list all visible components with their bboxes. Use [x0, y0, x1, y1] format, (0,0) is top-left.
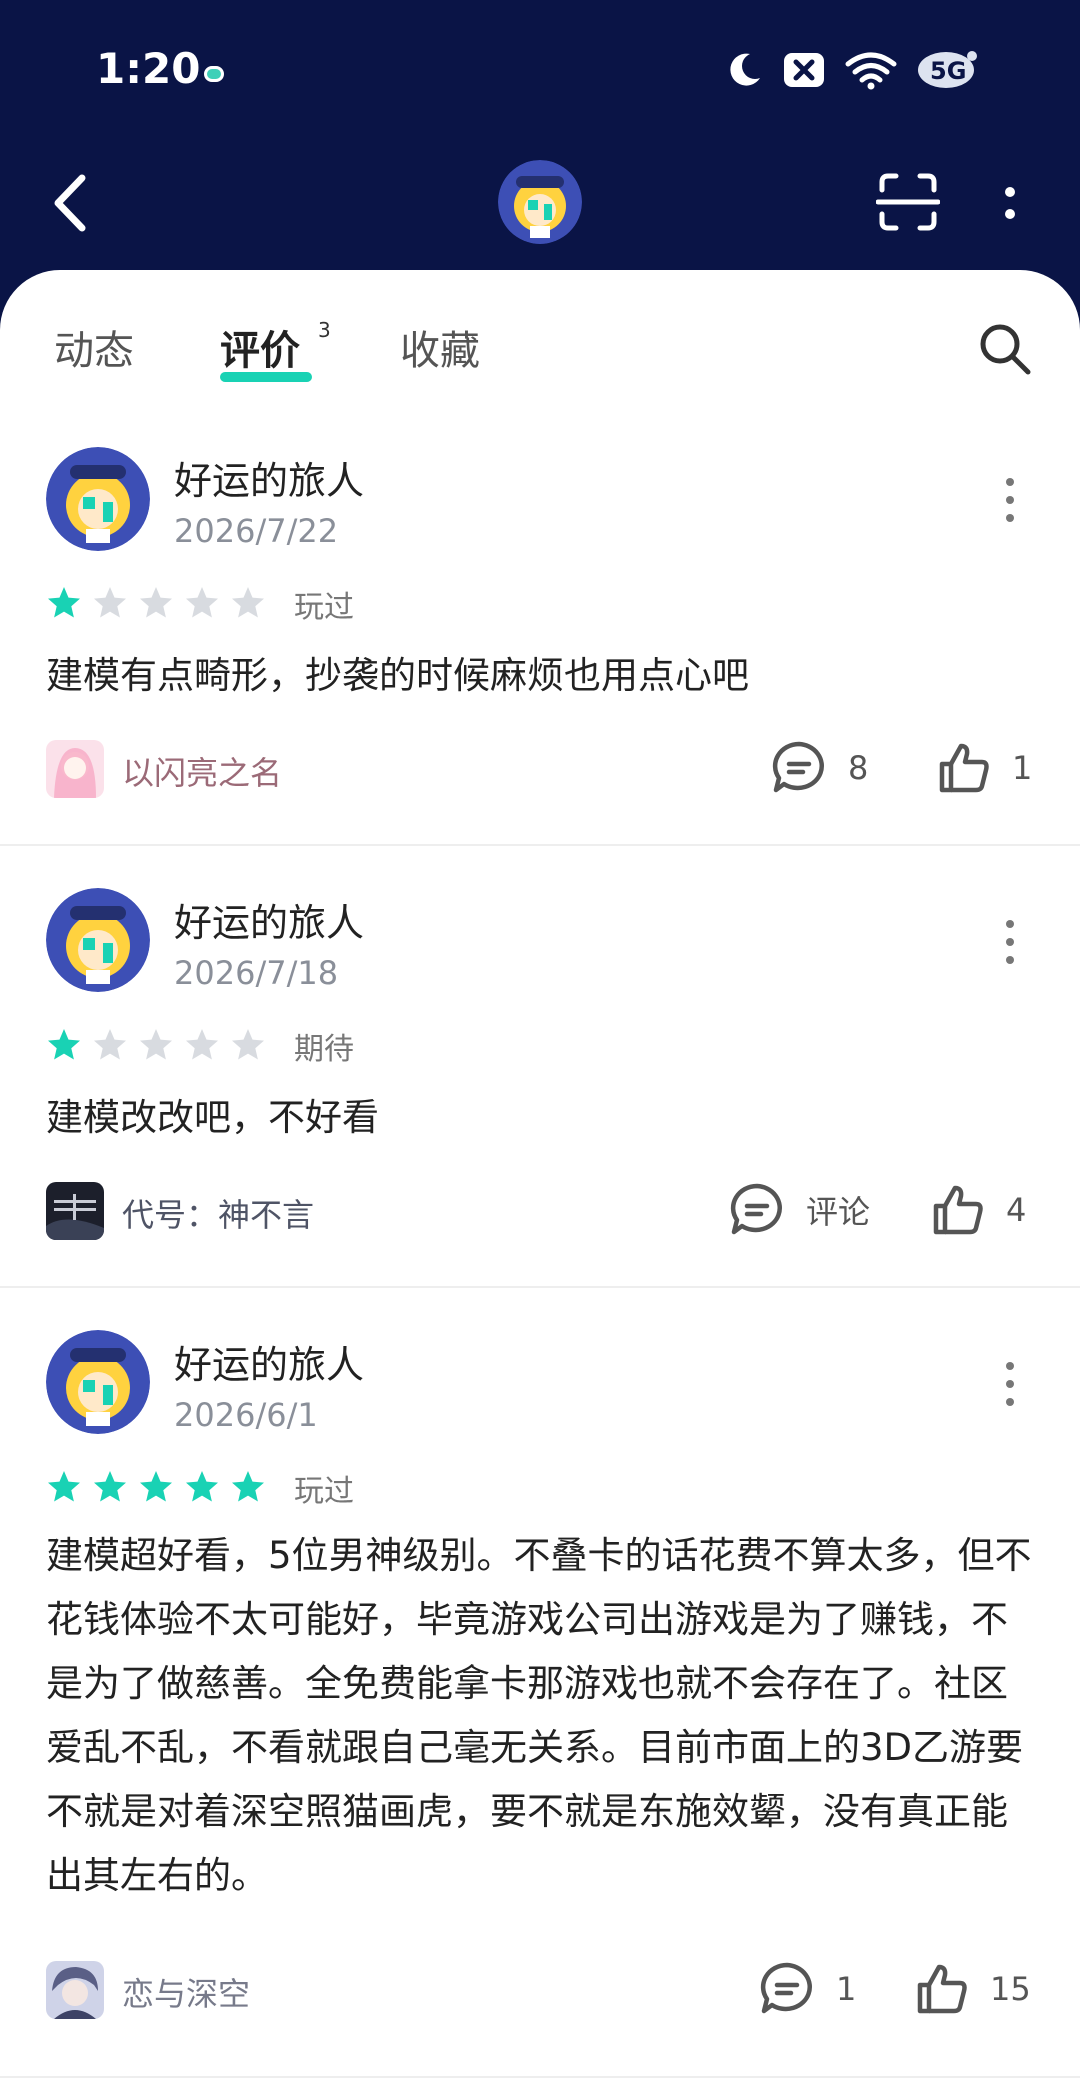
star-filled-icon	[48, 587, 80, 618]
comment-button[interactable]: 8	[770, 740, 868, 796]
no-sim-icon	[784, 53, 824, 87]
review-text[interactable]: 建模超好看，5位男神级别。不叠卡的话花费不算太多，但不花钱体验不太可能好，毕竟游…	[46, 1524, 1036, 1908]
tab-reviews[interactable]: 评价	[220, 318, 300, 376]
comment-icon	[760, 1962, 812, 2014]
review-date: 2026/7/18	[174, 954, 339, 992]
tab-updates[interactable]: 动态	[54, 318, 134, 376]
tab-active-indicator	[220, 372, 312, 382]
status-icons: 5G	[724, 48, 980, 92]
back-button[interactable]	[44, 168, 100, 238]
play-status: 期待	[294, 1032, 354, 1067]
star-filled-icon	[48, 1471, 80, 1502]
review-item: 好运的旅人 2026/6/1 玩过 建模超好看，5位男神级别。不叠卡的话花费不算…	[0, 1288, 1080, 2078]
5g-icon: 5G	[918, 51, 977, 88]
star-empty-icon	[232, 1029, 264, 1060]
like-count: 15	[990, 1970, 1031, 2008]
game-icon[interactable]	[46, 1961, 104, 2019]
wifi-icon	[845, 52, 897, 90]
header-avatar[interactable]	[498, 160, 582, 244]
play-status: 玩过	[294, 1474, 354, 1509]
review-item: 好运的旅人 2026/7/18 期待 建模改改吧，不好看 代号：神不言 评论 4	[0, 846, 1080, 1288]
star-empty-icon	[94, 1029, 126, 1060]
game-icon[interactable]	[46, 740, 104, 798]
comment-button[interactable]: 评论	[728, 1182, 870, 1238]
star-rating	[46, 1469, 266, 1505]
star-filled-icon	[186, 1471, 218, 1502]
star-empty-icon	[232, 587, 264, 618]
star-rating	[46, 1027, 266, 1063]
tab-favorites[interactable]: 收藏	[400, 318, 480, 376]
avatar[interactable]	[46, 888, 150, 992]
content-card: 动态 评价 3 收藏 好运的旅人 2026/7/22 玩过 建模有点畸形，抄袭的…	[0, 270, 1080, 2083]
play-status: 玩过	[294, 590, 354, 625]
thumbs-up-icon	[917, 1964, 967, 2014]
thumbs-up-icon	[933, 1185, 983, 1235]
more-vertical-icon[interactable]	[990, 178, 1030, 228]
like-count: 1	[1012, 749, 1033, 787]
svg-text:5G: 5G	[930, 57, 966, 85]
avatar[interactable]	[46, 447, 150, 551]
comment-count: 1	[836, 1970, 857, 2008]
more-vertical-icon[interactable]	[990, 470, 1030, 530]
tab-bar: 动态 评价 3 收藏	[0, 270, 1080, 400]
username[interactable]: 好运的旅人	[174, 450, 364, 505]
review-date: 2026/7/22	[174, 512, 339, 550]
search-icon[interactable]	[976, 320, 1034, 378]
star-rating	[46, 585, 266, 621]
star-filled-icon	[140, 1471, 172, 1502]
review-date: 2026/6/1	[174, 1396, 318, 1434]
comment-icon	[772, 741, 824, 793]
header: 1:20 5G	[0, 0, 1080, 300]
like-count: 4	[1006, 1191, 1027, 1229]
username[interactable]: 好运的旅人	[174, 892, 364, 947]
comment-count: 8	[848, 749, 869, 787]
tab-reviews-count: 3	[318, 318, 331, 342]
game-icon[interactable]	[46, 1182, 104, 1240]
star-empty-icon	[140, 587, 172, 618]
username[interactable]: 好运的旅人	[174, 1334, 364, 1389]
comment-count: 评论	[806, 1193, 871, 1231]
star-empty-icon	[94, 587, 126, 618]
star-filled-icon	[48, 1029, 80, 1060]
star-filled-icon	[232, 1471, 264, 1502]
like-button[interactable]: 1	[936, 740, 1032, 796]
comment-icon	[730, 1183, 782, 1235]
moon-icon	[730, 53, 760, 86]
star-empty-icon	[186, 587, 218, 618]
star-empty-icon	[140, 1029, 172, 1060]
like-button[interactable]: 4	[930, 1182, 1026, 1238]
game-name[interactable]: 代号：神不言	[122, 1190, 314, 1236]
more-vertical-icon[interactable]	[990, 1354, 1030, 1414]
review-text[interactable]: 建模改改吧，不好看	[46, 1086, 1036, 1150]
more-vertical-icon[interactable]	[990, 912, 1030, 972]
status-time: 1:20	[96, 44, 201, 93]
star-empty-icon	[186, 1029, 218, 1060]
like-button[interactable]: 15	[914, 1961, 1031, 2017]
avatar[interactable]	[46, 1330, 150, 1434]
review-item: 好运的旅人 2026/7/22 玩过 建模有点畸形，抄袭的时候麻烦也用点心吧 以…	[0, 400, 1080, 846]
star-filled-icon	[94, 1471, 126, 1502]
review-text[interactable]: 建模有点畸形，抄袭的时候麻烦也用点心吧	[46, 644, 1036, 708]
game-name[interactable]: 以闪亮之名	[122, 748, 282, 794]
scan-button[interactable]	[876, 172, 940, 232]
notification-icon	[204, 66, 224, 82]
game-name[interactable]: 恋与深空	[122, 1969, 250, 2015]
comment-button[interactable]: 1	[758, 1961, 856, 2017]
thumbs-up-icon	[939, 743, 989, 793]
